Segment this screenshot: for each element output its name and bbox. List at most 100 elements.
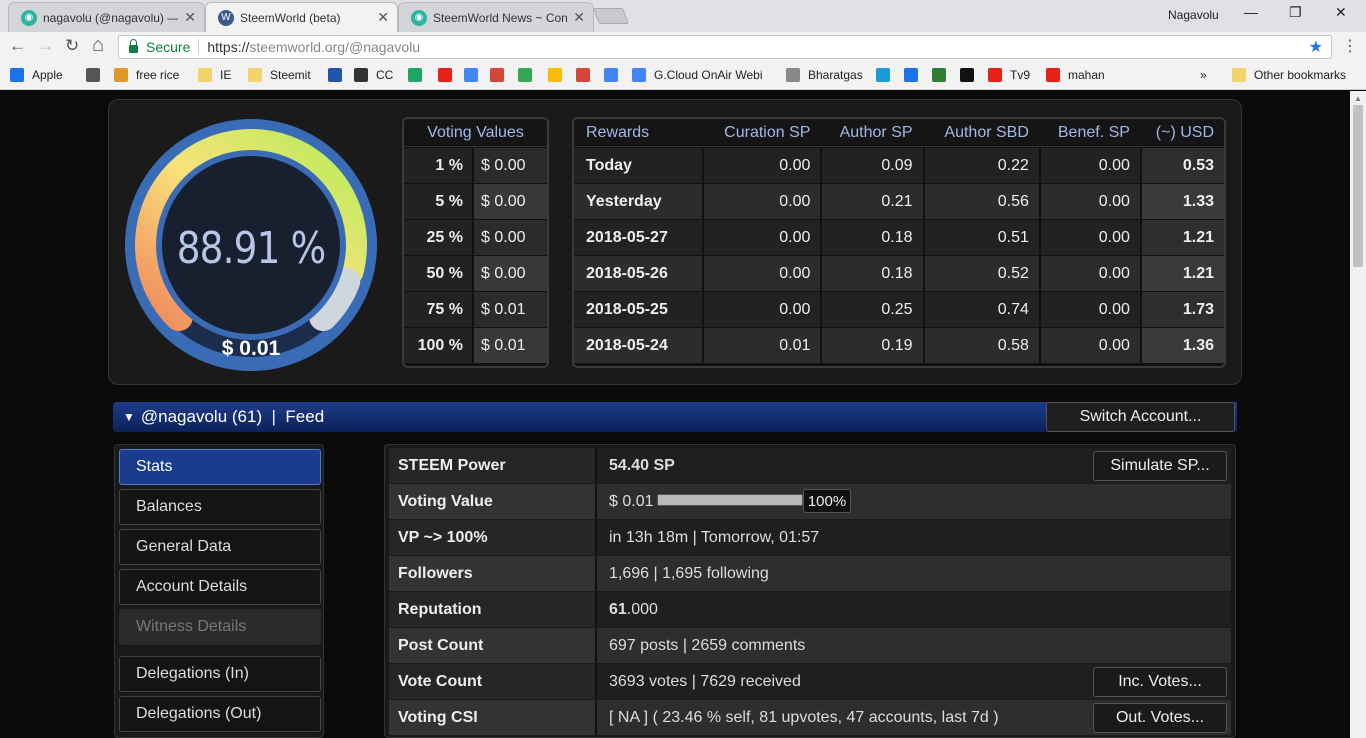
bookmark-item[interactable]: [932, 68, 954, 82]
bookmark-item[interactable]: [464, 68, 486, 82]
bookmark-item[interactable]: [438, 68, 460, 82]
forward-icon[interactable]: →: [37, 36, 54, 56]
bookmark-favicon-icon: [408, 68, 422, 82]
bookmark-item[interactable]: mahan: [1046, 68, 1105, 82]
reload-icon[interactable]: ↻: [65, 36, 79, 56]
account-label[interactable]: @nagavolu (61) | Feed: [141, 407, 324, 427]
stat-row-steem-power: STEEM Power 54.40 SP Simulate SP...: [389, 448, 1231, 483]
bookmark-item[interactable]: Apple: [10, 68, 63, 82]
simulate-sp-button[interactable]: Simulate SP...: [1093, 451, 1227, 481]
sidebar-item-balances[interactable]: Balances: [119, 489, 321, 525]
stat-row-voting-value: Voting Value $ 0.01 100%: [389, 484, 1231, 519]
bookmark-item[interactable]: [490, 68, 512, 82]
maximize-icon[interactable]: ❐: [1289, 4, 1302, 21]
other-bookmarks[interactable]: Other bookmarks: [1232, 68, 1346, 82]
stat-row-followers: Followers 1,696 | 1,695 following: [389, 556, 1231, 591]
tab-close-icon[interactable]: ✕: [573, 9, 585, 26]
bookmark-label: IE: [220, 68, 232, 82]
new-tab-button[interactable]: [593, 8, 629, 24]
incoming-votes-button[interactable]: Inc. Votes...: [1093, 667, 1227, 697]
bookmark-item[interactable]: Tv9: [988, 68, 1030, 82]
sidebar-item-delegations-in[interactable]: Delegations (In): [119, 656, 321, 692]
bookmark-star-icon[interactable]: ★: [1309, 37, 1323, 57]
url-path: steemworld.org/@nagavolu: [249, 39, 421, 55]
caret-down-icon[interactable]: ▼: [123, 410, 135, 424]
bookmark-favicon-icon: [988, 68, 1002, 82]
scrollbar-thumb[interactable]: [1353, 105, 1363, 267]
bookmark-label: Apple: [32, 68, 63, 82]
bookmark-item[interactable]: [328, 68, 350, 82]
bookmark-favicon-icon: [354, 68, 368, 82]
close-window-icon[interactable]: ✕: [1335, 4, 1347, 21]
bookmark-item[interactable]: [604, 68, 626, 82]
stat-value: 3693 votes | 7629 received Inc. Votes...: [597, 664, 1231, 699]
bookmark-item[interactable]: [86, 68, 108, 82]
bookmark-item[interactable]: [408, 68, 430, 82]
rewards-row: 2018-05-26 0.00 0.18 0.52 0.00 1.21: [574, 255, 1224, 291]
scroll-up-icon[interactable]: ▲: [1354, 94, 1362, 103]
bookmark-item[interactable]: Steemit: [248, 68, 311, 82]
tab-close-icon[interactable]: ✕: [377, 9, 389, 26]
home-icon[interactable]: ⌂: [92, 34, 104, 57]
stat-row-vote-count: Vote Count 3693 votes | 7629 received In…: [389, 664, 1231, 699]
voting-value-row: 75 % $ 0.01: [404, 291, 547, 327]
rewards-value-cell: 0.74: [922, 291, 1039, 327]
rewards-column-header: Benef. SP: [1038, 119, 1140, 147]
voting-csi-value: [ NA ] ( 23.46 % self, 81 upvotes, 47 ac…: [609, 708, 999, 726]
secure-indicator[interactable]: Secure: [129, 39, 190, 55]
tab-steemworld[interactable]: W SteemWorld (beta) ✕: [205, 2, 398, 32]
bookmark-item[interactable]: Bharatgas: [786, 68, 863, 82]
bookmark-favicon-icon: [904, 68, 918, 82]
rewards-row: 2018-05-27 0.00 0.18 0.51 0.00 1.21: [574, 219, 1224, 255]
vote-weight-cell: 100 %: [404, 327, 472, 363]
bookmark-item[interactable]: [960, 68, 982, 82]
rewards-date-cell: Yesterday: [574, 183, 702, 219]
stat-label: STEEM Power: [389, 448, 597, 483]
sidebar-item-general-data[interactable]: General Data: [119, 529, 321, 565]
bookmark-favicon-icon: [876, 68, 890, 82]
rewards-row: Today 0.00 0.09 0.22 0.00 0.53: [574, 147, 1224, 183]
address-bar[interactable]: Secure https:// steemworld.org/@nagavolu…: [118, 35, 1332, 59]
rewards-value-cell: 0.21: [820, 183, 923, 219]
bookmark-item[interactable]: [518, 68, 540, 82]
sidebar-item-account-details[interactable]: Account Details: [119, 569, 321, 605]
vote-value-cell: $ 0.00: [472, 255, 547, 291]
stat-row-voting-csi: Voting CSI [ NA ] ( 23.46 % self, 81 upv…: [389, 700, 1231, 735]
stat-label: VP ~> 100%: [389, 520, 597, 555]
browser-menu-icon[interactable]: ⋮: [1342, 36, 1358, 56]
bookmark-favicon-icon: [86, 68, 100, 82]
tab-steemworld-news[interactable]: ◉ SteemWorld News ~ Con ✕: [398, 2, 594, 32]
browser-profile-name[interactable]: Nagavolu: [1168, 8, 1219, 22]
bookmark-item[interactable]: [576, 68, 598, 82]
tab-title: nagavolu (@nagavolu) —: [43, 10, 179, 25]
rewards-value-cell: 0.00: [701, 219, 821, 255]
rewards-value-cell: 0.51: [922, 219, 1039, 255]
sidebar-item-stats[interactable]: Stats: [119, 449, 321, 485]
bookmark-item[interactable]: [876, 68, 898, 82]
vote-weight-slider[interactable]: [657, 494, 803, 506]
bookmark-item[interactable]: CC: [354, 68, 393, 82]
minimize-icon[interactable]: —: [1244, 4, 1258, 20]
bookmark-item[interactable]: [548, 68, 570, 82]
switch-account-button[interactable]: Switch Account...: [1046, 402, 1235, 432]
bookmark-favicon-icon: [786, 68, 800, 82]
browser-tab-strip: ◉ nagavolu (@nagavolu) — ✕ W SteemWorld …: [0, 0, 1366, 32]
tab-nagavolu-profile[interactable]: ◉ nagavolu (@nagavolu) — ✕: [8, 2, 205, 32]
bookmarks-overflow-icon[interactable]: »: [1200, 68, 1207, 82]
stat-value: 697 posts | 2659 comments: [597, 628, 1231, 663]
bookmark-item[interactable]: G.Cloud OnAir Webi: [632, 68, 763, 82]
sidebar-item-delegations-out[interactable]: Delegations (Out): [119, 696, 321, 732]
tab-close-icon[interactable]: ✕: [184, 9, 196, 26]
bookmark-item[interactable]: [904, 68, 926, 82]
outgoing-votes-button[interactable]: Out. Votes...: [1093, 703, 1227, 733]
rewards-value-cell: 0.18: [820, 219, 923, 255]
page-scrollbar[interactable]: ▲: [1350, 91, 1366, 738]
bookmark-item[interactable]: free rice: [114, 68, 179, 82]
bookmark-item[interactable]: IE: [198, 68, 231, 82]
rewards-column-header: Author SBD: [922, 119, 1039, 147]
back-icon[interactable]: ←: [9, 36, 26, 56]
vote-value-cell: $ 0.01: [472, 327, 547, 363]
rewards-value-cell: 0.00: [701, 291, 821, 327]
rewards-column-header: Rewards: [574, 119, 702, 147]
tab-title: SteemWorld News ~ Con: [433, 10, 568, 25]
